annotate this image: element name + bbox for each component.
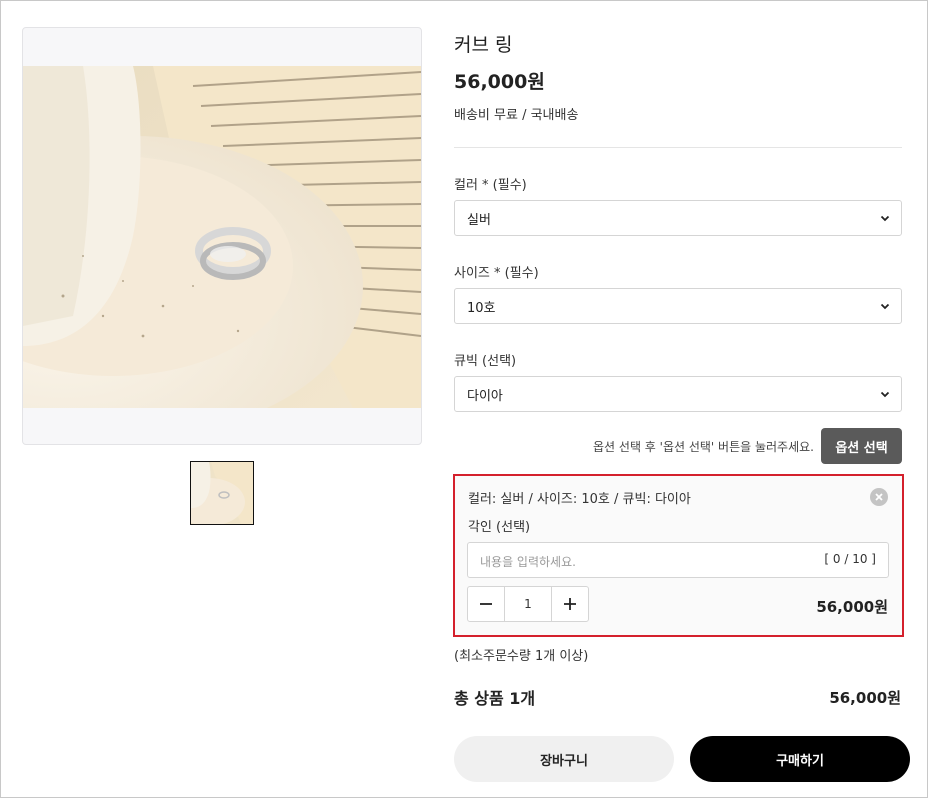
cubic-select[interactable]: 다이아 (454, 376, 902, 412)
color-select[interactable]: 실버 (454, 200, 902, 236)
chevron-down-icon (880, 303, 890, 310)
selected-item-price: 56,000원 (816, 598, 888, 616)
engrave-label: 각인 (선택) (468, 520, 531, 535)
engrave-input[interactable]: 내용을 입력하세요. [ 0 / 10 ] (467, 542, 889, 578)
selected-option-summary: 컬러: 실버 / 사이즈: 10호 / 큐빅: 다이아 (468, 492, 691, 507)
option-select-button[interactable]: 옵션 선택 (821, 428, 902, 464)
size-select[interactable]: 10호 (454, 288, 902, 324)
product-photo (23, 66, 421, 408)
selected-option-box: 컬러: 실버 / 사이즈: 10호 / 큐빅: 다이아 각인 (선택) 내용을 … (453, 474, 904, 637)
color-select-value: 실버 (467, 212, 491, 228)
buy-now-button[interactable]: 구매하기 (690, 736, 910, 782)
cubic-option-label: 큐빅 (선택) (454, 354, 517, 369)
total-label: 총 상품 1개 (454, 689, 536, 708)
product-title: 커브 링 (454, 34, 513, 56)
quantity-increase-button[interactable] (552, 587, 588, 621)
plus-icon (564, 598, 576, 610)
chevron-down-icon (880, 391, 890, 398)
min-order-note: (최소주문수량 1개 이상) (454, 649, 589, 664)
quantity-stepper: 1 (467, 586, 589, 622)
chevron-down-icon (880, 215, 890, 222)
product-price: 56,000원 (454, 71, 545, 93)
divider (454, 147, 902, 148)
size-select-value: 10호 (467, 300, 496, 316)
color-option-label: 컬러 * (필수) (454, 178, 527, 193)
engrave-char-count: [ 0 / 10 ] (824, 552, 876, 566)
cubic-select-value: 다이아 (467, 388, 503, 404)
size-option-label: 사이즈 * (필수) (454, 266, 539, 281)
add-to-cart-button[interactable]: 장바구니 (454, 736, 674, 782)
shipping-info: 배송비 무료 / 국내배송 (454, 108, 579, 123)
close-circle-icon[interactable] (870, 488, 888, 506)
total-price: 56,000원 (829, 689, 901, 707)
product-thumbnail[interactable] (190, 461, 254, 525)
minus-icon (480, 603, 492, 605)
quantity-value[interactable]: 1 (504, 587, 552, 621)
option-hint: 옵션 선택 후 '옵션 선택' 버튼을 눌러주세요. (593, 440, 814, 454)
main-product-image (22, 27, 422, 445)
engrave-placeholder: 내용을 입력하세요. (480, 555, 576, 569)
quantity-decrease-button[interactable] (468, 587, 504, 621)
